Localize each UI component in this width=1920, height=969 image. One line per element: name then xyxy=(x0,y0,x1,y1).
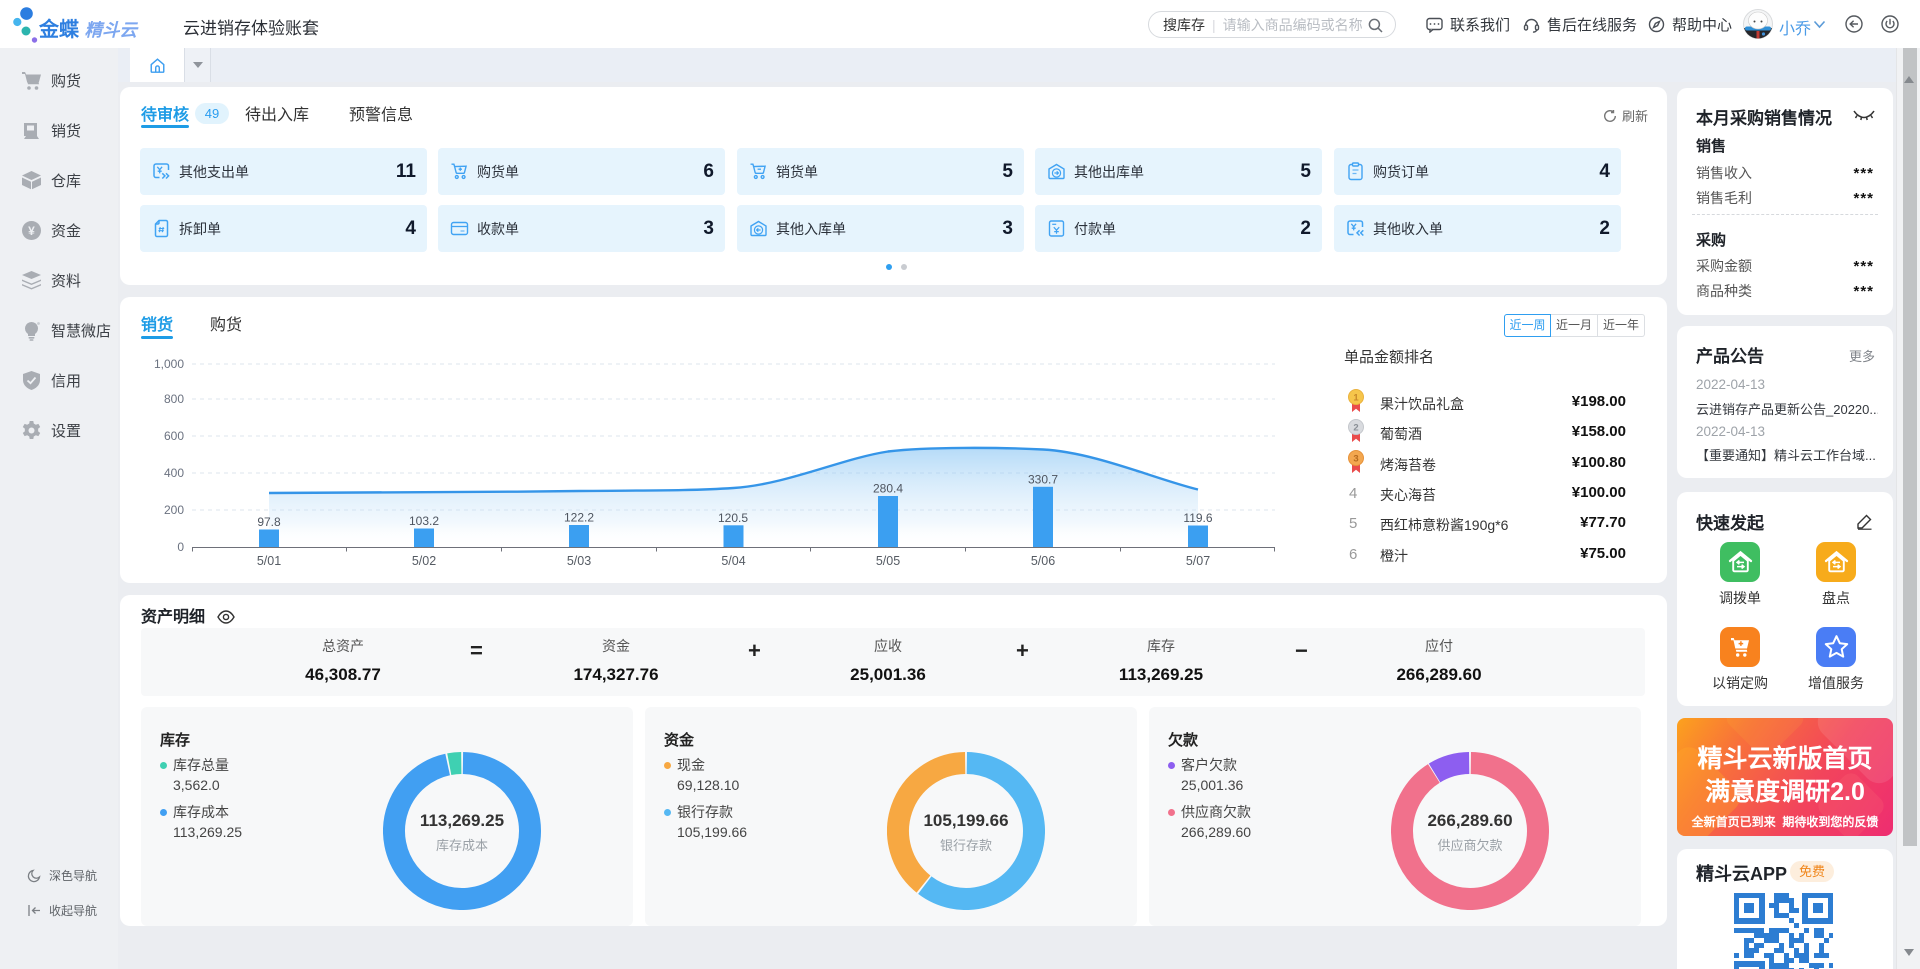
svg-text:600: 600 xyxy=(164,429,184,443)
svg-text:5/05: 5/05 xyxy=(876,554,900,568)
svg-text:5/03: 5/03 xyxy=(567,554,591,568)
svg-text:¥: ¥ xyxy=(28,223,35,237)
svg-text:800: 800 xyxy=(164,392,184,406)
svg-text:400: 400 xyxy=(164,466,184,480)
svg-text:5/02: 5/02 xyxy=(412,554,436,568)
svg-text:5/01: 5/01 xyxy=(257,554,281,568)
svg-text:330.7: 330.7 xyxy=(1028,472,1058,486)
svg-text:97.8: 97.8 xyxy=(257,515,281,529)
svg-text:119.6: 119.6 xyxy=(1183,511,1212,525)
svg-text:1: 1 xyxy=(1353,393,1359,404)
svg-text:3: 3 xyxy=(1353,454,1358,465)
svg-text:5/04: 5/04 xyxy=(721,554,745,568)
svg-text:120.5: 120.5 xyxy=(718,511,748,525)
svg-text:1,000: 1,000 xyxy=(154,357,184,371)
svg-text:2: 2 xyxy=(1353,423,1358,434)
svg-text:5/06: 5/06 xyxy=(1031,554,1055,568)
svg-text:103.2: 103.2 xyxy=(409,514,439,528)
svg-text:5/07: 5/07 xyxy=(1186,554,1210,568)
svg-text:122.2: 122.2 xyxy=(564,511,594,525)
svg-text:0: 0 xyxy=(177,540,184,554)
svg-text:280.4: 280.4 xyxy=(873,482,903,496)
svg-text:200: 200 xyxy=(164,503,184,517)
